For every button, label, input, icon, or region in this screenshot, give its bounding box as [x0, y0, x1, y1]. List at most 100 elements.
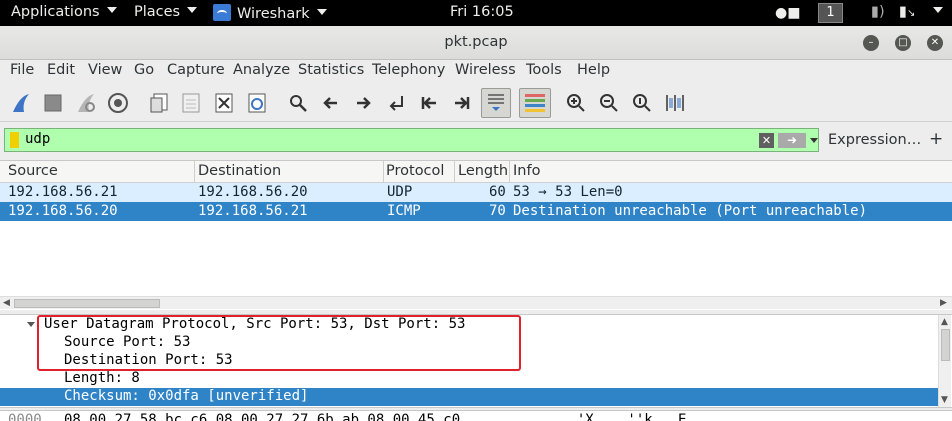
packet-protocol: UDP: [387, 184, 413, 200]
menu-tools[interactable]: Tools: [526, 62, 562, 78]
menu-help[interactable]: Help: [577, 62, 610, 78]
clock[interactable]: Fri 16:05: [450, 4, 514, 20]
applications-menu[interactable]: Applications: [11, 4, 117, 20]
tree-item-label: Length: 8: [64, 370, 140, 386]
apply-filter-icon[interactable]: ➜: [778, 133, 806, 148]
packet-source: 192.168.56.20: [8, 203, 118, 219]
zoom-out-icon[interactable]: [596, 90, 622, 116]
menu-statistics[interactable]: Statistics: [298, 62, 364, 78]
column-source[interactable]: Source: [8, 163, 58, 179]
scroll-right-icon[interactable]: ▶: [940, 298, 947, 308]
column-length[interactable]: Length: [458, 163, 508, 179]
tree-item-udp[interactable]: User Datagram Protocol, Src Port: 53, Ds…: [0, 316, 938, 334]
packet-row[interactable]: 192.168.56.21 192.168.56.20 UDP 60 53 → …: [0, 183, 952, 202]
chevron-down-icon[interactable]: [810, 138, 818, 143]
column-divider[interactable]: [383, 161, 384, 183]
tree-item-label: Checksum: 0x0dfa [unverified]: [64, 388, 309, 404]
horizontal-scrollbar[interactable]: ◀ ▶: [0, 296, 952, 309]
packet-info: Destination unreachable (Port unreachabl…: [513, 203, 868, 219]
start-capture-icon[interactable]: [8, 90, 34, 116]
find-packet-icon[interactable]: [285, 90, 311, 116]
menu-analyze[interactable]: Analyze: [233, 62, 290, 78]
vertical-scrollbar[interactable]: ▲ ▼: [938, 315, 951, 407]
packet-list-header: Source Destination Protocol Length Info: [0, 161, 952, 183]
colorize-icon[interactable]: [519, 88, 551, 118]
column-divider[interactable]: [454, 161, 455, 183]
packet-length: 70: [489, 203, 506, 219]
capture-options-icon[interactable]: [105, 90, 131, 116]
bytes-ascii[interactable]: ..'X....''k...E.: [560, 412, 695, 421]
places-menu[interactable]: Places: [134, 4, 198, 20]
menu-view[interactable]: View: [88, 62, 122, 78]
menu-wireless[interactable]: Wireless: [455, 62, 516, 78]
chevron-down-icon: [933, 7, 943, 13]
expand-arrow-icon[interactable]: [27, 322, 35, 327]
column-destination[interactable]: Destination: [198, 163, 281, 179]
volume-icon[interactable]: ▮): [871, 4, 885, 20]
camera-icon[interactable]: ●■: [775, 5, 800, 21]
menu-file[interactable]: File: [10, 62, 34, 78]
tree-item-label: Source Port: 53: [64, 334, 191, 350]
tree-item-destination-port[interactable]: Destination Port: 53: [0, 352, 938, 370]
last-packet-icon[interactable]: [449, 90, 475, 116]
bookmark-icon[interactable]: [10, 132, 19, 148]
packet-source: 192.168.56.21: [8, 184, 118, 200]
stop-capture-icon[interactable]: [40, 90, 66, 116]
column-protocol[interactable]: Protocol: [386, 163, 444, 179]
expression-button[interactable]: Expression…: [828, 132, 921, 148]
app-menu[interactable]: Wireshark: [213, 4, 327, 22]
system-menu[interactable]: [926, 4, 943, 20]
menu-go[interactable]: Go: [134, 62, 154, 78]
scroll-down-icon[interactable]: ▼: [941, 395, 948, 405]
menu-telephony[interactable]: Telephony: [372, 62, 445, 78]
display-filter-input[interactable]: udp ✕ ➜: [4, 128, 819, 152]
normal-size-icon[interactable]: [629, 90, 655, 116]
scrollbar-thumb[interactable]: [14, 299, 160, 308]
auto-scroll-icon[interactable]: [481, 88, 511, 118]
close-icon[interactable]: ✕: [927, 35, 943, 51]
column-info[interactable]: Info: [513, 163, 540, 179]
packet-list: Source Destination Protocol Length Info …: [0, 160, 952, 310]
window-title: pkt.pcap: [444, 34, 508, 50]
packet-bytes: 0000 08 00 27 58 bc c6 08 00 27 27 6b ab…: [0, 410, 952, 421]
wireshark-icon: [213, 4, 231, 21]
chevron-down-icon: [316, 9, 327, 15]
reload-file-icon[interactable]: [244, 90, 270, 116]
app-menu-label: Wireshark: [237, 6, 310, 22]
packet-row[interactable]: 192.168.56.20 192.168.56.21 ICMP 70 Dest…: [0, 202, 952, 221]
clear-filter-icon[interactable]: ✕: [759, 133, 774, 148]
tree-item-checksum[interactable]: Checksum: 0x0dfa [unverified]: [0, 388, 938, 406]
tree-item-length[interactable]: Length: 8: [0, 370, 938, 388]
restart-capture-icon[interactable]: [73, 90, 99, 116]
go-forward-icon[interactable]: [350, 90, 376, 116]
scroll-left-icon[interactable]: ◀: [3, 298, 10, 308]
minimize-icon[interactable]: –: [863, 35, 879, 51]
resize-columns-icon[interactable]: [662, 90, 688, 116]
first-packet-icon[interactable]: [416, 90, 442, 116]
tree-item-label: Destination Port: 53: [64, 352, 233, 368]
bytes-hex[interactable]: 08 00 27 58 bc c6 08 00 27 27 6b ab 08 0…: [64, 412, 460, 421]
go-to-packet-icon[interactable]: [383, 90, 409, 116]
close-file-icon[interactable]: [211, 90, 237, 116]
zoom-in-icon[interactable]: [563, 90, 589, 116]
column-divider[interactable]: [509, 161, 510, 183]
bytes-offset: 0000: [8, 412, 42, 421]
main-toolbar: [0, 84, 952, 122]
go-back-icon[interactable]: [318, 90, 344, 116]
workspace-indicator[interactable]: 1: [818, 3, 843, 23]
packet-protocol: ICMP: [387, 203, 421, 219]
add-filter-button[interactable]: +: [929, 129, 943, 149]
menu-capture[interactable]: Capture: [167, 62, 225, 78]
maximize-icon[interactable]: □: [895, 35, 911, 51]
chevron-down-icon: [106, 7, 117, 13]
display-filter-text[interactable]: udp: [25, 131, 50, 147]
scrollbar-thumb[interactable]: [941, 329, 950, 361]
battery-icon[interactable]: ▮↘: [899, 4, 915, 20]
column-divider[interactable]: [194, 161, 195, 183]
scroll-up-icon[interactable]: ▲: [941, 317, 948, 327]
menu-edit[interactable]: Edit: [47, 62, 75, 78]
save-file-icon[interactable]: [178, 90, 204, 116]
tree-item-source-port[interactable]: Source Port: 53: [0, 334, 938, 352]
tree-item-label: User Datagram Protocol, Src Port: 53, Ds…: [44, 316, 466, 332]
open-file-icon[interactable]: [146, 90, 172, 116]
